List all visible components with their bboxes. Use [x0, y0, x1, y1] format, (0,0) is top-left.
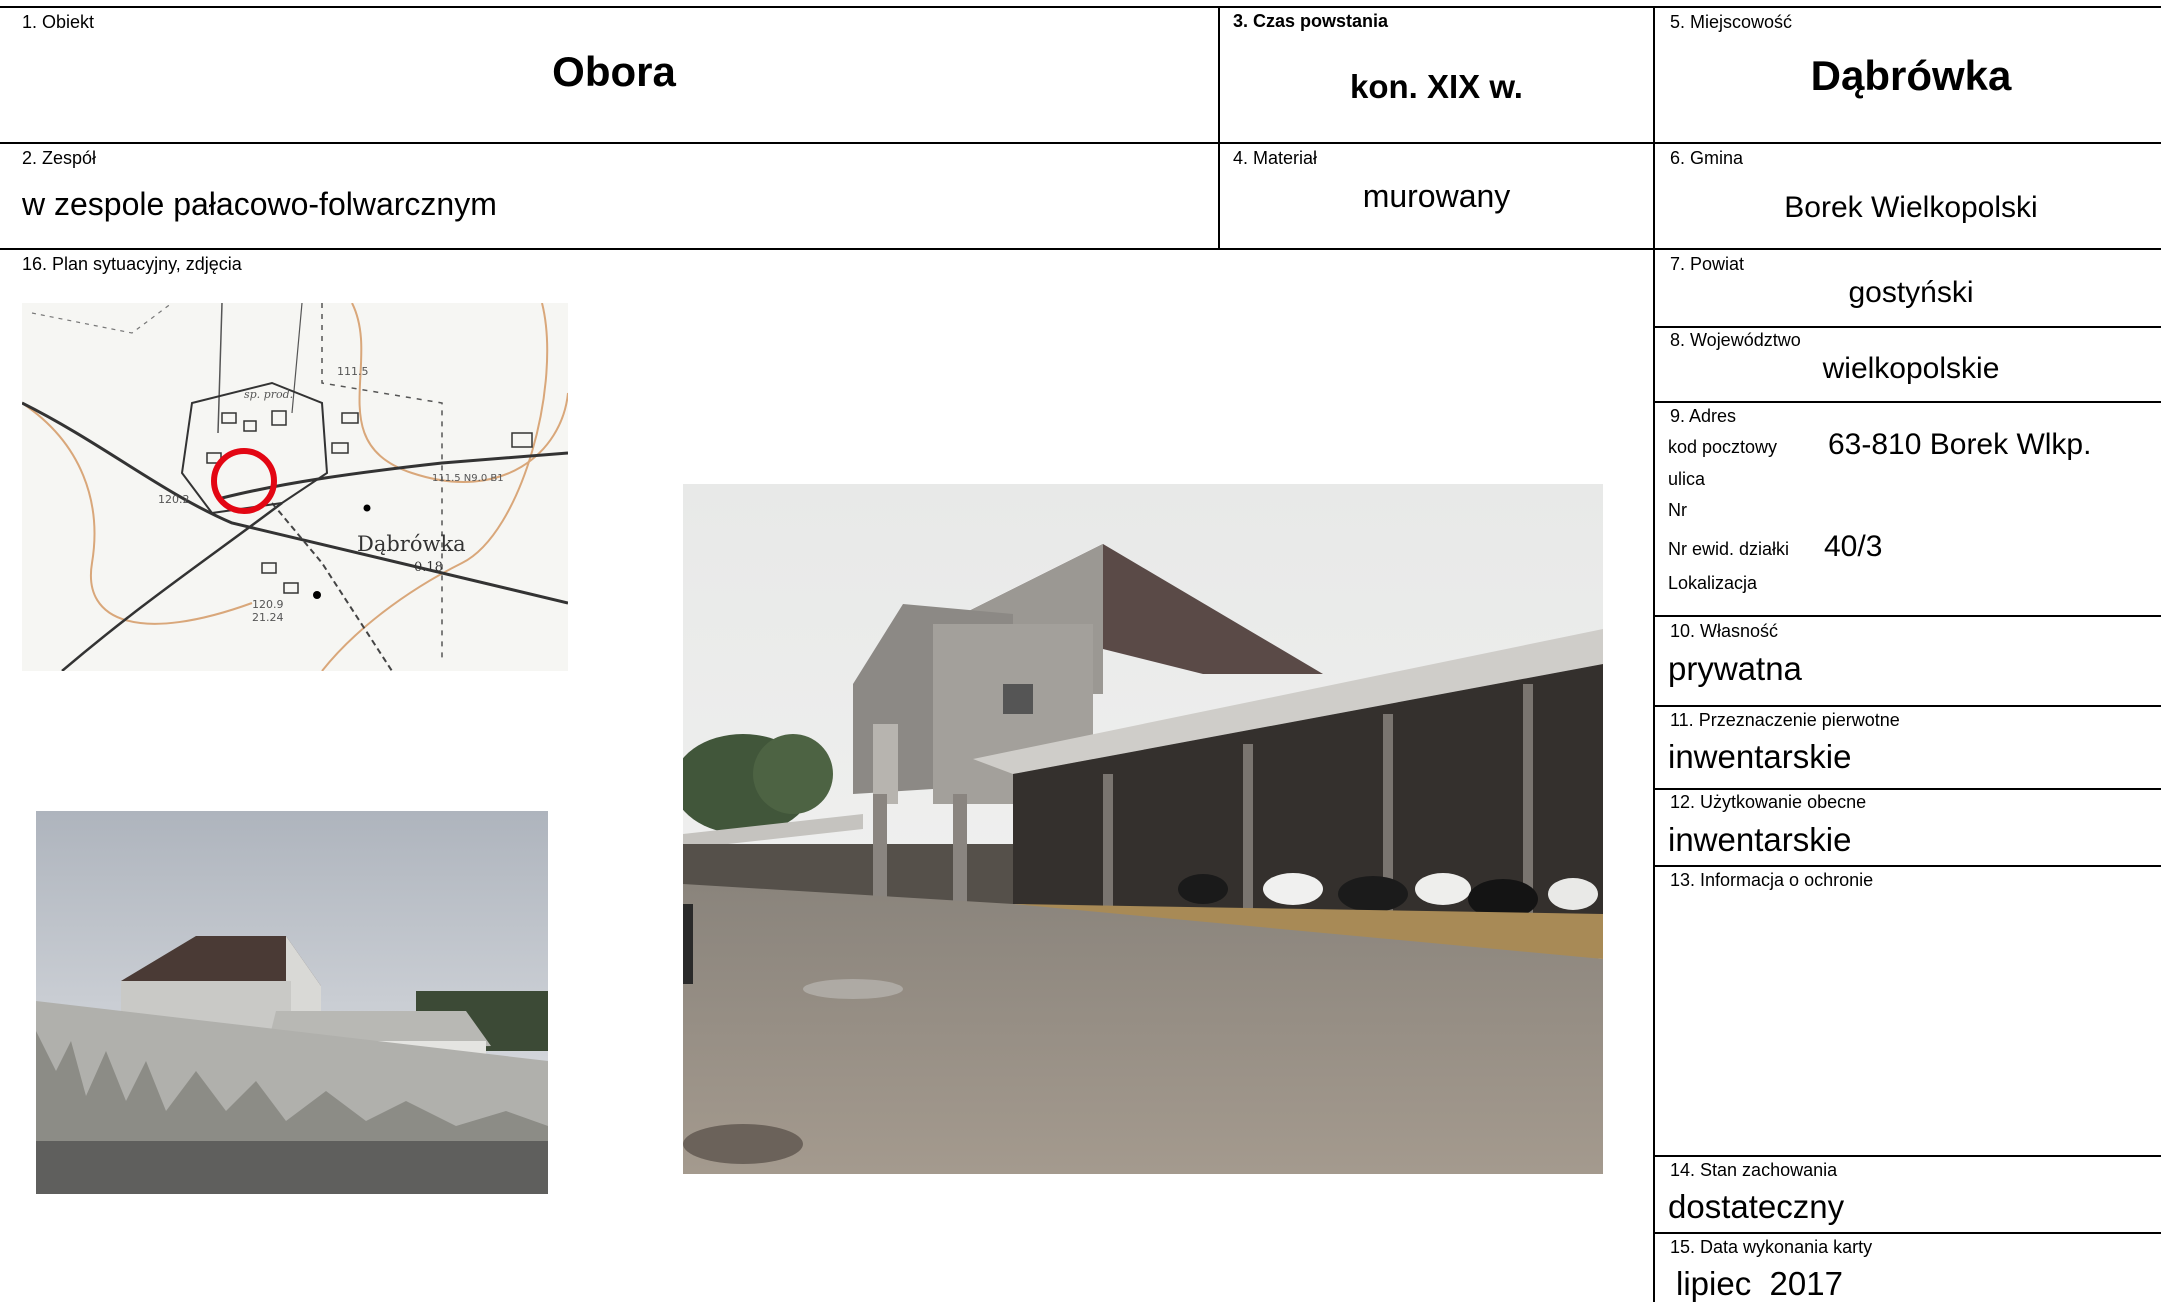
- wojewodztwo-label: 8. Województwo: [1670, 330, 1801, 350]
- wojewodztwo-value: wielkopolskie: [1822, 352, 2000, 385]
- nr-label: Nr: [1668, 500, 1687, 520]
- miejscowosc-label: 5. Miejscowość: [1670, 12, 1793, 32]
- data-value: lipiec 2017: [1676, 1265, 1843, 1302]
- gmina-value: Borek Wielkopolski: [1784, 191, 2038, 224]
- data-label: 15. Data wykonania karty: [1670, 1237, 1873, 1257]
- right-divider-adres: [1653, 615, 2161, 617]
- zespol-value: w zespole pałacowo-folwarcznym: [22, 186, 497, 222]
- right-divider-uzytk: [1653, 865, 2161, 867]
- situation-map: Dąbrówka 0.18 120.2 120.9 21.24 111.5 11…: [22, 303, 568, 671]
- przeznaczenie-value: inwentarskie: [1668, 738, 1852, 775]
- ochrona-label: 13. Informacja o ochronie: [1670, 870, 1874, 890]
- kod-pocztowy-value: 63-810 Borek Wlkp.: [1828, 428, 2092, 461]
- svg-text:21.24: 21.24: [252, 611, 284, 624]
- stan-value: dostateczny: [1668, 1188, 1845, 1225]
- right-divider-woj: [1653, 401, 2161, 403]
- obiekt-label: 1. Obiekt: [22, 12, 95, 32]
- right-divider-stan: [1653, 1232, 2161, 1234]
- svg-text:0.18: 0.18: [414, 560, 443, 575]
- right-divider-przezn: [1653, 788, 2161, 790]
- photo-barn-courtyard: [683, 484, 1603, 1174]
- plan-label: 16. Plan sytuacyjny, zdjęcia: [22, 254, 242, 274]
- svg-text:Dąbrówka: Dąbrówka: [357, 532, 466, 556]
- wlasnosc-value: prywatna: [1668, 650, 1802, 687]
- inventory-card: 1. Obiekt Obora 3. Czas powstania kon. X…: [0, 0, 2161, 1302]
- gmina-label: 6. Gmina: [1670, 148, 1744, 168]
- adres-label: 9. Adres: [1670, 406, 1737, 426]
- svg-text:111.5: 111.5: [337, 365, 369, 378]
- stan-label: 14. Stan zachowania: [1670, 1160, 1838, 1180]
- dzialka-value: 40/3: [1824, 530, 1883, 563]
- uzytkowanie-value: inwentarskie: [1668, 821, 1852, 858]
- czas-value: kon. XIX w.: [1350, 68, 1523, 105]
- powiat-value: gostyński: [1848, 276, 1974, 309]
- right-divider-wlasnosc: [1653, 705, 2161, 707]
- svg-text:111.5 N9.0 B1: 111.5 N9.0 B1: [432, 473, 504, 484]
- zespol-label: 2. Zespół: [22, 148, 97, 168]
- wlasnosc-label: 10. Własność: [1670, 621, 1779, 641]
- czas-label: 3. Czas powstania: [1233, 11, 1389, 31]
- kod-pocztowy-label: kod pocztowy: [1668, 437, 1778, 457]
- dzialka-label: Nr ewid. działki: [1668, 539, 1790, 559]
- obiekt-value: Obora: [552, 48, 676, 95]
- lokalizacja-label: Lokalizacja: [1668, 573, 1758, 593]
- row-divider-2: [0, 248, 2161, 250]
- svg-text:120.2: 120.2: [158, 493, 190, 506]
- border-top: [0, 6, 2161, 8]
- ulica-label: ulica: [1668, 469, 1706, 489]
- right-divider-powiat: [1653, 326, 2161, 328]
- photo-barn-wall: [36, 811, 548, 1194]
- uzytkowanie-label: 12. Użytkowanie obecne: [1670, 792, 1867, 812]
- powiat-label: 7. Powiat: [1670, 254, 1745, 274]
- svg-text:120.9: 120.9: [252, 598, 284, 611]
- svg-text:sp. prod.: sp. prod.: [244, 388, 293, 401]
- material-label: 4. Materiał: [1233, 148, 1318, 168]
- right-divider-ochrona: [1653, 1155, 2161, 1157]
- miejscowosc-value: Dąbrówka: [1810, 52, 2012, 99]
- row-divider-1: [0, 142, 2161, 144]
- material-value: murowany: [1362, 178, 1511, 214]
- przeznaczenie-label: 11. Przeznaczenie pierwotne: [1670, 710, 1900, 730]
